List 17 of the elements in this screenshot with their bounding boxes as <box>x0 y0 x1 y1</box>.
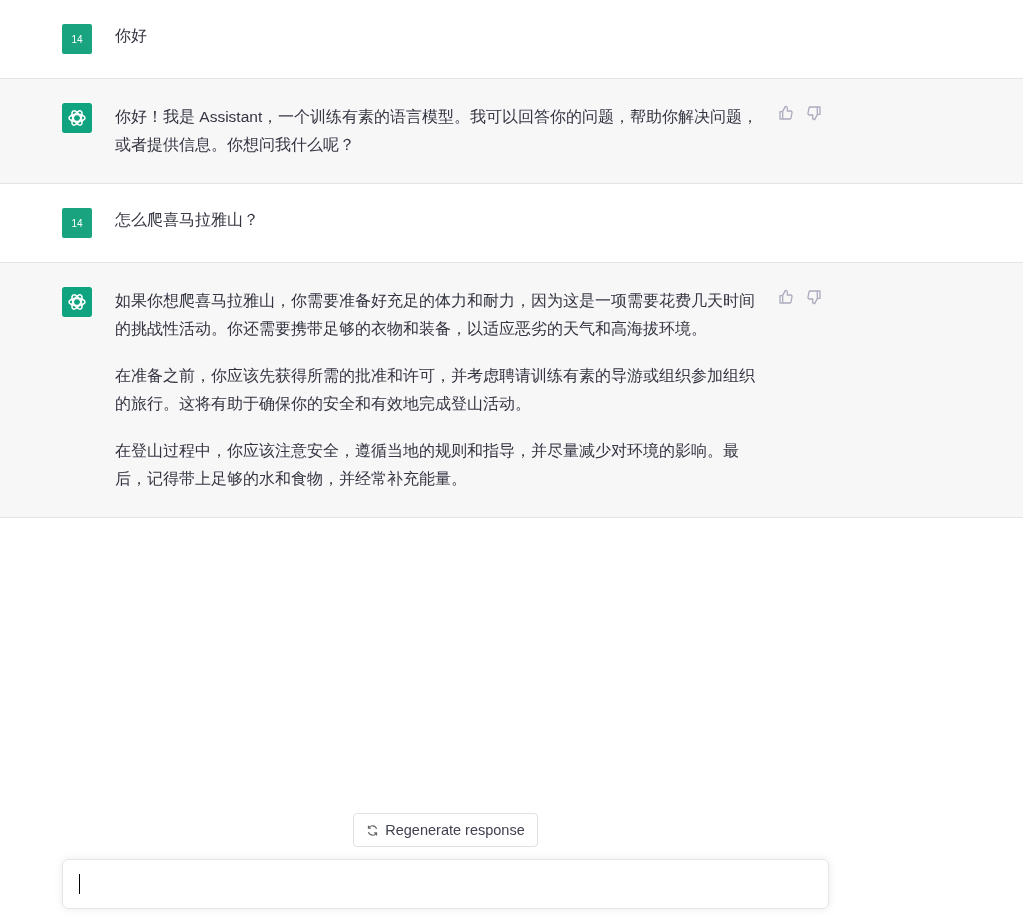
thumbs-up-icon[interactable] <box>778 289 794 305</box>
assistant-logo-icon <box>62 287 92 317</box>
thumbs-down-icon[interactable] <box>806 289 822 305</box>
message-text: 你好！我是 Assistant，一个训练有素的语言模型。我可以回答你的问题，帮助你解决问题，或者提供信息。你想问我什么呢？ <box>115 107 760 155</box>
thumbs-up-icon[interactable] <box>778 105 794 121</box>
message-text: 怎么爬喜马拉雅山？ <box>115 210 260 230</box>
message-text: 在准备之前，你应该先获得所需的批准和许可，并考虑聘请训练有素的导游或组织参加组织的旅行。这将有助于确保你的安全和有效地完成登山活动。 <box>115 366 756 414</box>
message-text: 你好 <box>115 26 148 46</box>
assistant-logo-icon <box>62 103 92 133</box>
message-text: 如果你想爬喜马拉雅山，你需要准备好充足的体力和耐力，因为这是一项需要花费几天时间的挑战性活动。你还需要携带足够的衣物和装备，以适应恶劣的天气和高海拔环境。 <box>115 291 756 339</box>
user-avatar: 14 <box>62 24 92 54</box>
message-text: 在登山过程中，你应该注意安全，遵循当地的规则和指导，并尽量减少对环境的影响。最后，记得带上足够的水和食物，并经常补充能量。 <box>115 441 740 489</box>
message-input-field[interactable] <box>62 859 829 909</box>
refresh-icon <box>366 823 380 837</box>
regenerate-button[interactable]: Regenerate response <box>353 813 538 847</box>
thumbs-down-icon[interactable] <box>806 105 822 121</box>
user-avatar: 14 <box>62 208 92 238</box>
